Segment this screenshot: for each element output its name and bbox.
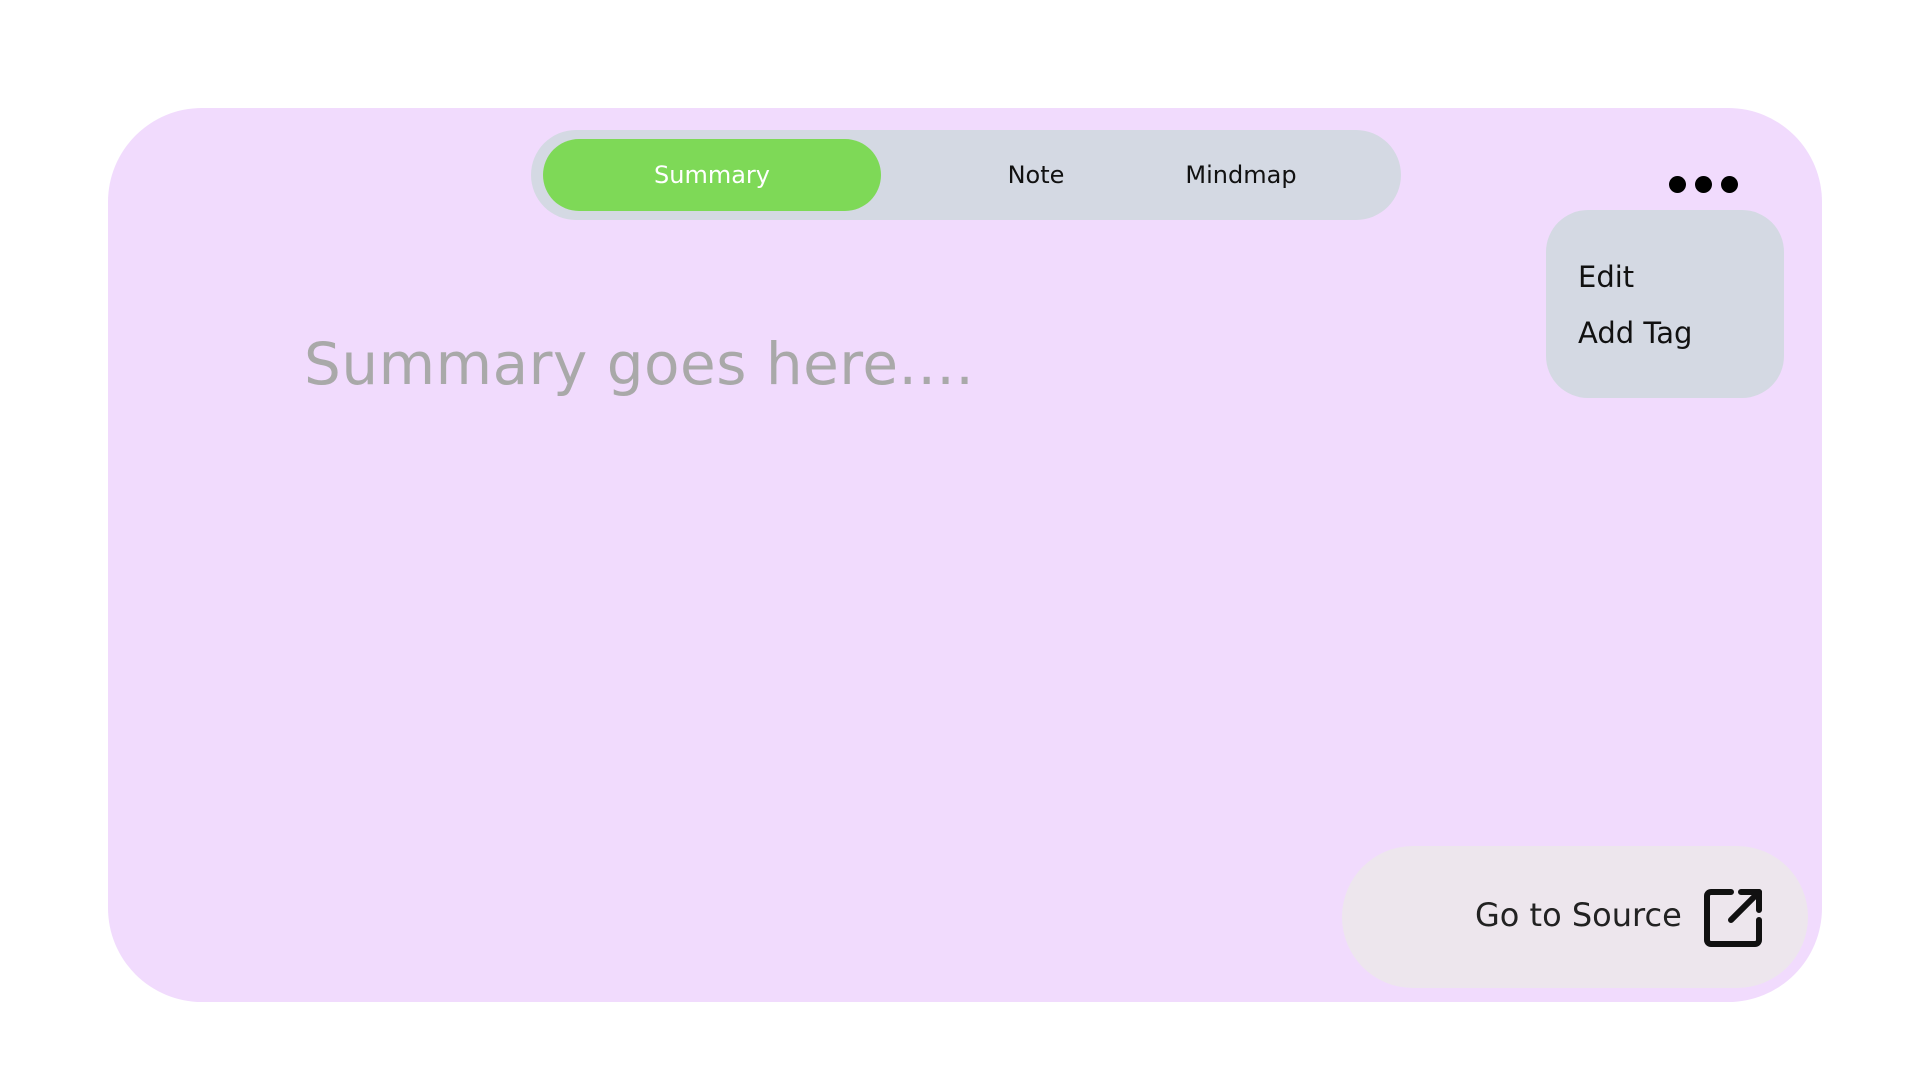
summary-card: Summary Note Mindmap Edit Add Tag Summar… xyxy=(108,108,1822,1002)
options-dropdown: Edit Add Tag xyxy=(1546,210,1784,398)
external-link-icon xyxy=(1704,889,1762,947)
tab-summary[interactable]: Summary xyxy=(543,139,881,211)
tab-bar: Summary Note Mindmap xyxy=(531,130,1401,220)
more-horizontal-icon xyxy=(1694,175,1712,193)
tab-mindmap[interactable]: Mindmap xyxy=(1136,139,1346,211)
go-to-source-button[interactable]: Go to Source xyxy=(1342,846,1808,988)
summary-placeholder: Summary goes here.... xyxy=(304,330,975,398)
menu-item-add-tag[interactable]: Add Tag xyxy=(1578,314,1784,370)
menu-item-edit[interactable]: Edit xyxy=(1578,258,1784,314)
more-horizontal-icon xyxy=(1668,175,1686,193)
tab-note[interactable]: Note xyxy=(931,139,1141,211)
go-to-source-label: Go to Source xyxy=(1475,896,1682,934)
more-options-button[interactable] xyxy=(1663,172,1743,196)
more-horizontal-icon xyxy=(1720,175,1738,193)
